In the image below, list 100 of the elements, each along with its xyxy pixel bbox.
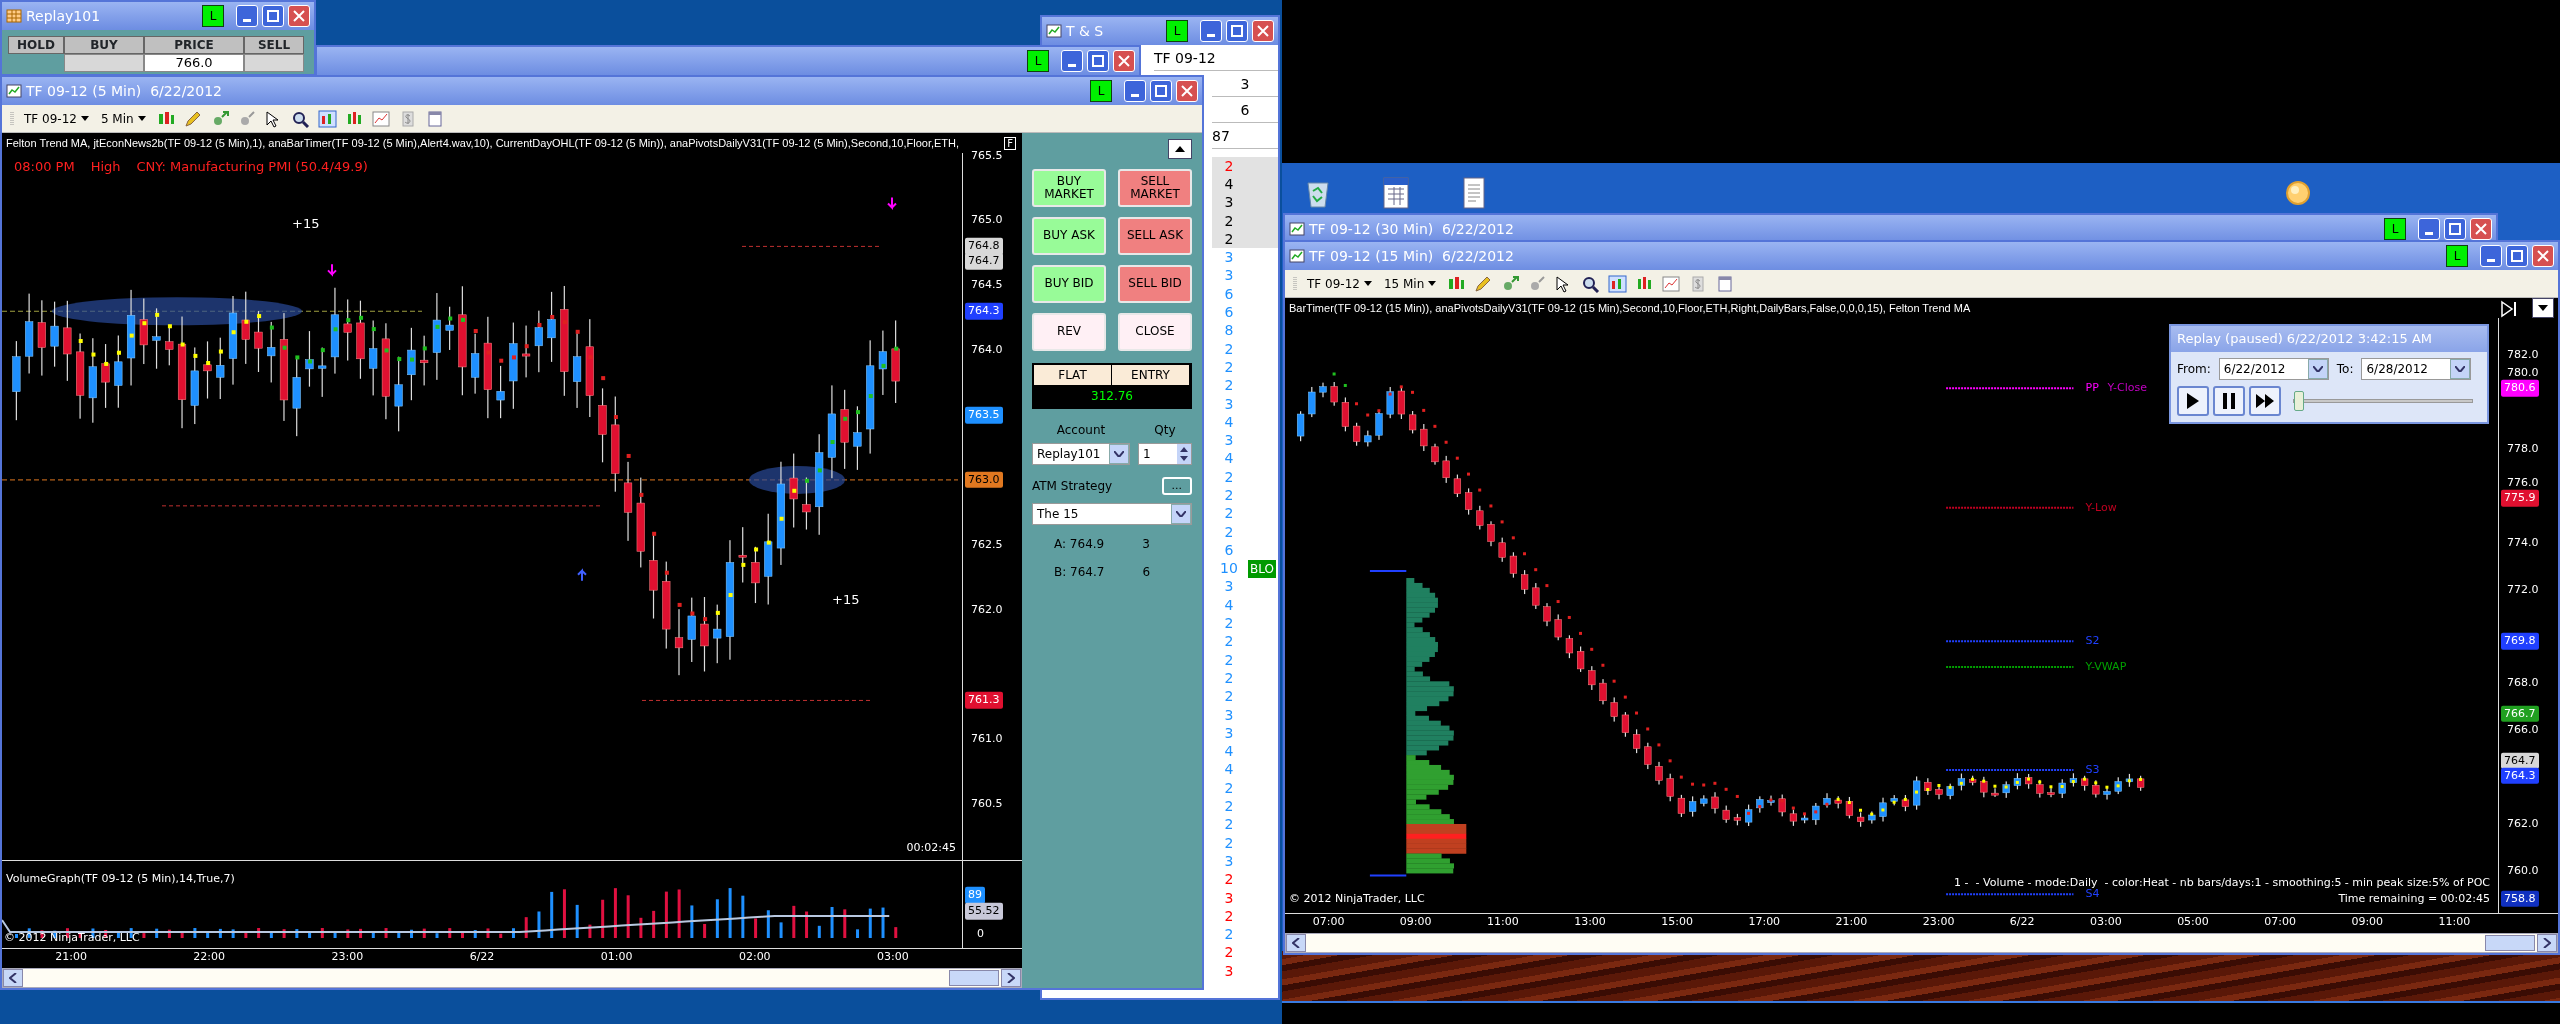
- maximize-button[interactable]: [2506, 245, 2528, 267]
- trade-size: 4: [1223, 412, 1235, 432]
- order-button[interactable]: BUY MARKET: [1032, 169, 1106, 207]
- price-axis-label: 765.5: [971, 147, 1003, 164]
- time-remaining-text: Time remaining = 00:02:45: [2338, 890, 2490, 907]
- scroll-right-button[interactable]: [2537, 934, 2557, 952]
- bar-chart-icon[interactable]: [317, 109, 337, 128]
- scroll-left-button[interactable]: [1286, 934, 1306, 952]
- status-badge: L: [1027, 50, 1049, 72]
- trade-size: 2: [1223, 687, 1235, 707]
- fast-forward-button[interactable]: [2249, 385, 2281, 416]
- close-button[interactable]: [2532, 245, 2554, 267]
- order-button[interactable]: SELL ASK: [1118, 217, 1192, 255]
- field-label: To:: [2336, 360, 2354, 378]
- dropdown-button[interactable]: [1171, 504, 1191, 524]
- quote-price: B: 764.7: [1054, 564, 1105, 581]
- flag-box[interactable]: F: [1004, 136, 1016, 150]
- minimize-button[interactable]: [1200, 20, 1222, 42]
- trade-size: 2: [1223, 467, 1235, 487]
- column-header: PRICE: [144, 36, 244, 54]
- field-label: Account: [1055, 422, 1107, 439]
- window-icon[interactable]: [425, 109, 445, 128]
- bar-chart-icon[interactable]: [1608, 274, 1628, 293]
- minimize-button[interactable]: [1061, 50, 1083, 72]
- trade-size: 6: [1223, 303, 1235, 323]
- trade-size: 2: [1223, 943, 1235, 963]
- pause-button[interactable]: [2213, 385, 2245, 416]
- trade-size: 2: [1223, 522, 1235, 542]
- minimize-button[interactable]: [236, 5, 258, 27]
- dropdown-button[interactable]: [2450, 358, 2471, 379]
- to-date-field[interactable]: 6/28/2012: [2361, 357, 2472, 380]
- price-marker: 766.7: [2501, 705, 2539, 723]
- maximize-button[interactable]: [262, 5, 284, 27]
- minimize-icon: [1068, 63, 1076, 67]
- trade-size: 6: [1223, 284, 1235, 304]
- slider-thumb[interactable]: [2294, 390, 2305, 411]
- trade-size: 3: [1223, 394, 1235, 414]
- trade-size: 2: [1223, 357, 1235, 377]
- price-axis-label: 772.0: [2507, 581, 2539, 598]
- order-button[interactable]: BUY ASK: [1032, 217, 1106, 255]
- skip-to-end-icon[interactable]: [2500, 300, 2518, 318]
- volume-marker: 89: [965, 886, 985, 904]
- line-chart-icon[interactable]: [371, 109, 391, 128]
- scroll-left-button[interactable]: [3, 969, 23, 987]
- dropdown-button[interactable]: [2532, 298, 2554, 318]
- order-button[interactable]: CLOSE: [1118, 313, 1192, 351]
- price-marker: 763.0: [965, 471, 1003, 489]
- minimize-button[interactable]: [2480, 245, 2502, 267]
- trade-size: 3: [1223, 888, 1235, 908]
- toolbar-grip-icon: [10, 109, 14, 128]
- order-button[interactable]: BUY BID: [1032, 265, 1106, 303]
- strategy-dropdown[interactable]: The 15: [1032, 503, 1192, 525]
- price-cell: 766.0: [144, 54, 244, 72]
- quantity-spinner[interactable]: 1: [1138, 443, 1192, 465]
- status-badge: L: [2446, 245, 2468, 267]
- dropdown-button[interactable]: [1109, 444, 1129, 464]
- spinner-arrows-icon: [1177, 444, 1191, 464]
- maximize-button[interactable]: [2444, 218, 2466, 240]
- horizontal-scrollbar[interactable]: [1285, 933, 2558, 953]
- trade-size: 8: [1223, 321, 1235, 341]
- close-button[interactable]: [1176, 80, 1198, 102]
- instrument-dropdown[interactable]: TF 09-12: [1305, 274, 1374, 293]
- from-date-field[interactable]: 6/22/2012: [2218, 357, 2329, 380]
- close-button[interactable]: [1113, 50, 1135, 72]
- scroll-right-button[interactable]: [1001, 969, 1021, 987]
- trade-size: 3: [1223, 723, 1235, 743]
- interval-dropdown[interactable]: 5 Min: [98, 109, 148, 128]
- pencil-icon[interactable]: [182, 109, 202, 128]
- zoom-icon[interactable]: [290, 109, 310, 128]
- close-button[interactable]: [1252, 20, 1274, 42]
- toolbar-grip-icon: [1293, 274, 1297, 293]
- trade-size: 4: [1223, 174, 1235, 194]
- zoom-icon[interactable]: [1581, 274, 1601, 293]
- maximize-button[interactable]: [1150, 80, 1172, 102]
- price-axis-label: 762.5: [971, 536, 1003, 553]
- play-button[interactable]: [2177, 385, 2209, 416]
- pencil-icon[interactable]: [1473, 274, 1493, 293]
- window-title: TF 09-12 (30 Min) 6/22/2012: [1309, 219, 1514, 239]
- profile-settings-text: 1 - - Volume - mode:Daily - color:Heat - nb bars/days:1 - smoothing:5 - min peak size:5% of POC: [1954, 874, 2490, 889]
- minimize-button[interactable]: [2418, 218, 2440, 240]
- order-button[interactable]: REV: [1032, 313, 1106, 351]
- strategy-options-button[interactable]: ...: [1161, 477, 1192, 495]
- close-button[interactable]: [288, 5, 310, 27]
- minimize-button[interactable]: [1124, 80, 1146, 102]
- grid-icon: [6, 9, 22, 23]
- interval-dropdown[interactable]: 15 Min: [1381, 274, 1439, 293]
- maximize-button[interactable]: [1087, 50, 1109, 72]
- maximize-button[interactable]: [1226, 20, 1248, 42]
- scrollbar-thumb[interactable]: [949, 970, 999, 986]
- instrument-dropdown[interactable]: TF 09-12: [22, 109, 91, 128]
- order-button[interactable]: SELL BID: [1118, 265, 1192, 303]
- dropdown-button[interactable]: [2307, 358, 2328, 379]
- order-button[interactable]: SELL MARKET: [1118, 169, 1192, 207]
- scrollbar-thumb[interactable]: [2485, 935, 2535, 951]
- horizontal-scrollbar[interactable]: [2, 968, 1022, 988]
- close-button[interactable]: [2470, 218, 2492, 240]
- line-chart-icon[interactable]: [1662, 274, 1682, 293]
- collapse-button[interactable]: [1168, 139, 1192, 159]
- price-axis-label: 760.0: [2507, 862, 2539, 879]
- account-dropdown[interactable]: Replay101: [1032, 443, 1130, 465]
